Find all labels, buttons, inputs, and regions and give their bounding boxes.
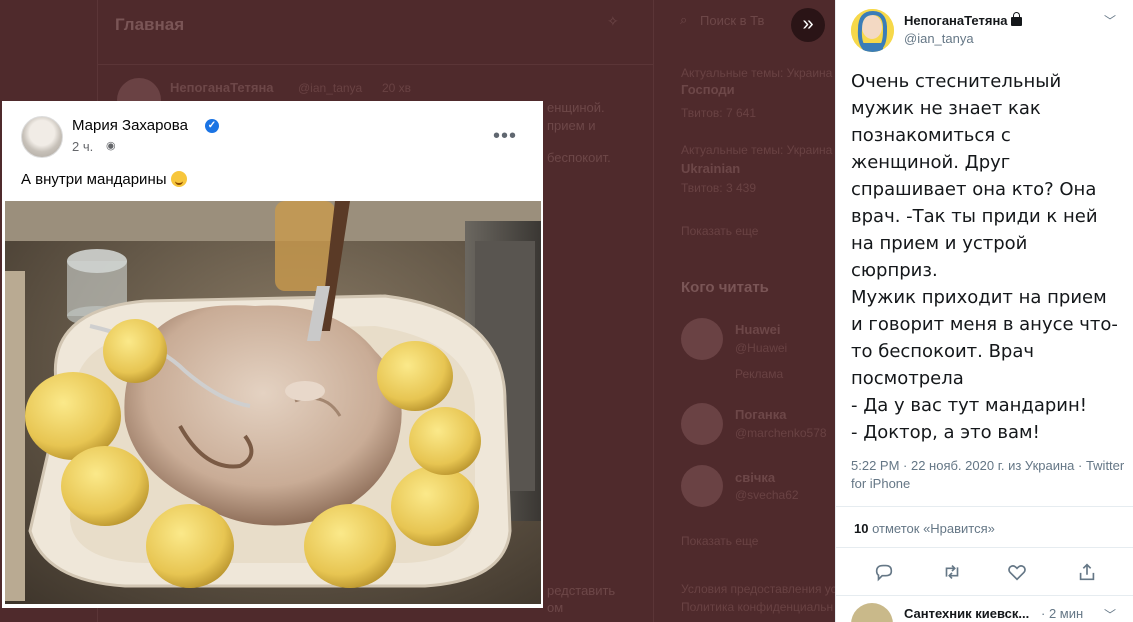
fb-author-name: Мария Захарова <box>72 117 188 134</box>
fb-avatar <box>21 116 63 158</box>
trend-count: Твитов: 3 439 <box>681 181 756 195</box>
tweet-author-handle[interactable]: @ian_tanya <box>904 31 974 46</box>
globe-icon: ◉ <box>106 140 116 152</box>
follow-avatar[interactable] <box>681 318 723 360</box>
column-divider-right <box>653 0 654 622</box>
tweet-meta: 5:22 PM · 22 нояб. 2020 г. из Украина · … <box>851 458 1125 491</box>
reply-icon[interactable] <box>873 561 895 583</box>
share-icon[interactable] <box>1076 561 1098 583</box>
who-to-follow-title: Кого читать <box>681 279 769 296</box>
attached-photo[interactable]: Мария Захарова ✓ 2 ч. ◉ ••• А внутри ман… <box>2 101 543 608</box>
chevron-down-icon[interactable]: ﹀ <box>1104 606 1116 622</box>
fb-post-header: Мария Захарова ✓ 2 ч. ◉ ••• А внутри ман… <box>2 101 543 198</box>
search-icon[interactable]: ⌕ <box>680 12 687 28</box>
home-title: Главная <box>115 15 185 34</box>
more-horizontal-icon: ••• <box>493 125 518 147</box>
roast-chicken-illustration <box>5 201 541 604</box>
verified-badge-icon: ✓ <box>205 119 219 133</box>
feed-snippet: редставить <box>547 583 616 598</box>
follow-handle: @Huawei <box>735 341 788 355</box>
tweet-text: Очень стеснительный мужик не знает как п… <box>851 71 1118 443</box>
follow-avatar[interactable] <box>681 403 723 445</box>
trend-title[interactable]: Ukrainian <box>681 161 740 176</box>
follow-handle: @svecha62 <box>735 488 799 502</box>
promoted-tag: Реклама <box>735 367 784 381</box>
feed-handle: @ian_tanya <box>298 81 363 95</box>
smiling-face-icon <box>170 171 187 187</box>
lock-icon <box>1010 12 1022 26</box>
fb-caption: А внутри мандарины <box>21 171 187 188</box>
feed-snippet: енщиной. <box>547 100 605 115</box>
tweet-author-name[interactable]: НепоганаТетяна <box>904 12 1022 28</box>
tweet-likes-row[interactable]: 10 отметок «Нравится» <box>836 506 1133 548</box>
sparkle-icon[interactable]: ✧ <box>607 13 619 30</box>
retweet-icon[interactable] <box>941 561 963 583</box>
likes-label: отметок «Нравится» <box>872 521 995 536</box>
chevron-down-icon[interactable]: ﹀ <box>1104 12 1116 29</box>
reply-author-avatar[interactable] <box>851 603 893 622</box>
follow-name[interactable]: Поганка <box>735 407 787 422</box>
follow-handle: @marchenko578 <box>735 426 827 440</box>
feed-author[interactable]: НепоганаТетяна <box>170 80 274 95</box>
reply-time: · 2 мин <box>1041 606 1084 621</box>
heart-icon[interactable] <box>1006 561 1028 583</box>
tweet-author-avatar[interactable] <box>851 9 894 52</box>
reply-author-name[interactable]: Сантехник киевск... <box>904 606 1029 621</box>
footer-link[interactable]: Условия предоставления ус <box>681 582 835 596</box>
avatar-illustration <box>851 9 894 52</box>
likes-count[interactable]: 10 отметок «Нравится» <box>854 521 995 536</box>
feed-snippet: беспокоит. <box>547 150 611 165</box>
show-more-link[interactable]: Показать еще <box>681 224 758 238</box>
feed-snippet: прием и <box>547 118 596 133</box>
trend-label: Актуальные темы: Украина <box>681 66 833 80</box>
fb-caption-text: А внутри мандарины <box>21 171 167 188</box>
trend-title[interactable]: Господи <box>681 82 735 97</box>
follow-avatar[interactable] <box>681 465 723 507</box>
fb-post-time: 2 ч. <box>72 139 94 154</box>
divider <box>97 64 653 65</box>
tweet-actions <box>836 548 1133 596</box>
trend-label: Актуальные темы: Украина <box>681 143 833 157</box>
expand-panel-button[interactable]: » <box>791 8 825 42</box>
trend-count: Твитов: 7 641 <box>681 106 756 120</box>
feed-time: 20 хв <box>382 81 412 95</box>
tweet-detail-panel: НепоганаТетяна @ian_tanya ﹀ Очень стесни… <box>835 0 1133 622</box>
feed-snippet: ом <box>547 600 564 615</box>
food-photo <box>5 201 541 604</box>
follow-name[interactable]: Huawei <box>735 322 781 337</box>
likes-number: 10 <box>854 521 869 536</box>
follow-name[interactable]: свічка <box>735 470 775 485</box>
show-more-link[interactable]: Показать еще <box>681 534 758 548</box>
footer-link[interactable]: Политика конфиденциальн <box>681 600 833 614</box>
search-input[interactable]: Поиск в Тв <box>700 13 764 28</box>
tweet-author-name-text[interactable]: НепоганаТетяна <box>904 13 1008 28</box>
